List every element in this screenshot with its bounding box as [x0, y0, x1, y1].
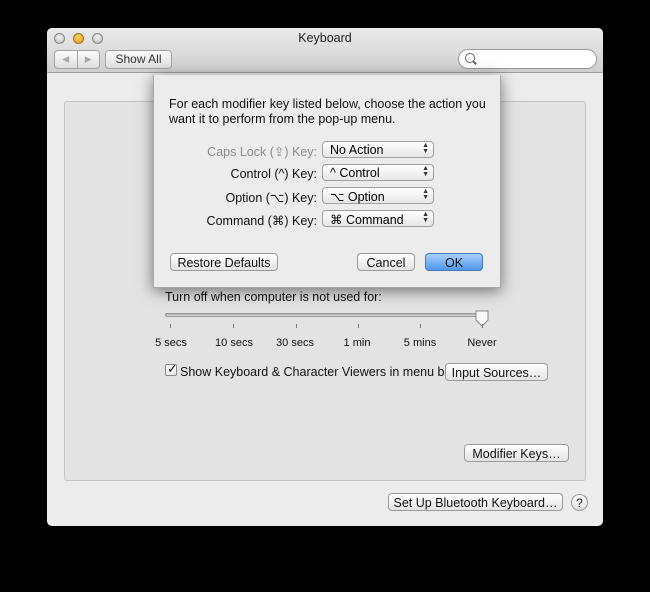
- slider-tick-label: 1 min: [343, 337, 371, 349]
- modifier-row-caps-lock: Caps Lock (⇪) Key: No Action ▲ ▼: [154, 141, 500, 161]
- slider-tick: [420, 324, 421, 328]
- checkmark-icon: ✓: [167, 361, 178, 376]
- slider-tick-label: 5 secs: [155, 337, 187, 349]
- modifier-row-command: Command (⌘) Key: ⌘ Command ▲ ▼: [154, 210, 500, 230]
- command-value: ⌘ Command: [330, 213, 404, 227]
- search-icon: [465, 53, 475, 63]
- forward-arrow-icon[interactable]: ▶: [76, 51, 100, 68]
- caps-lock-value: No Action: [330, 143, 384, 157]
- modifier-keys-button[interactable]: Modifier Keys…: [464, 444, 569, 462]
- slider-tick-label: 5 mins: [403, 337, 437, 349]
- set-up-bluetooth-keyboard-button[interactable]: Set Up Bluetooth Keyboard…: [388, 493, 563, 511]
- modifier-keys-sheet: For each modifier key listed below, choo…: [153, 75, 501, 288]
- caps-lock-popup[interactable]: No Action ▲ ▼: [322, 141, 434, 158]
- backlight-timeout-slider-track[interactable]: [165, 313, 488, 317]
- command-popup[interactable]: ⌘ Command ▲ ▼: [322, 210, 434, 227]
- cancel-button[interactable]: Cancel: [357, 253, 415, 271]
- updown-arrows-icon: ▲ ▼: [422, 211, 429, 224]
- input-sources-button[interactable]: Input Sources…: [445, 363, 548, 381]
- show-viewers-label: Show Keyboard & Character Viewers in men…: [180, 365, 456, 379]
- show-viewers-checkbox[interactable]: ✓: [165, 361, 178, 376]
- slider-tick: [233, 324, 234, 328]
- slider-tick-label: 30 secs: [276, 337, 314, 349]
- slider-tick: [358, 324, 359, 328]
- control-label: Control (^) Key:: [230, 167, 317, 181]
- slider-tick: [482, 324, 483, 328]
- slider-tick-label: 10 secs: [215, 337, 253, 349]
- window-title: Keyboard: [298, 31, 352, 45]
- back-arrow-icon[interactable]: ◀: [55, 51, 77, 68]
- modifier-row-control: Control (^) Key: ^ Control ▲ ▼: [154, 164, 500, 184]
- updown-arrows-icon: ▲ ▼: [422, 165, 429, 178]
- title-bar: Keyboard ◀ ▶ Show All: [47, 28, 603, 73]
- updown-arrows-icon: ▲ ▼: [422, 188, 429, 201]
- help-button[interactable]: ?: [571, 494, 588, 511]
- ok-button[interactable]: OK: [425, 253, 483, 271]
- show-all-button[interactable]: Show All: [105, 50, 172, 69]
- modifier-row-option: Option (⌥) Key: ⌥ Option ▲ ▼: [154, 187, 500, 207]
- updown-arrows-icon: ▲ ▼: [422, 142, 429, 155]
- slider-tick-label: Never: [467, 337, 497, 349]
- option-label: Option (⌥) Key:: [225, 191, 317, 205]
- slider-tick: [170, 324, 171, 328]
- slider-tick: [296, 324, 297, 328]
- control-value: ^ Control: [330, 166, 380, 180]
- caps-lock-label: Caps Lock (⇪) Key:: [207, 145, 317, 159]
- sheet-instructions: For each modifier key listed below, choo…: [169, 97, 486, 126]
- command-label: Command (⌘) Key:: [206, 214, 317, 228]
- search-input[interactable]: [458, 49, 597, 69]
- turn-off-label: Turn off when computer is not used for:: [165, 290, 382, 304]
- option-popup[interactable]: ⌥ Option ▲ ▼: [322, 187, 434, 204]
- control-popup[interactable]: ^ Control ▲ ▼: [322, 164, 434, 181]
- back-forward-group: ◀ ▶: [54, 50, 100, 69]
- restore-defaults-button[interactable]: Restore Defaults: [170, 253, 278, 271]
- option-value: ⌥ Option: [330, 190, 385, 204]
